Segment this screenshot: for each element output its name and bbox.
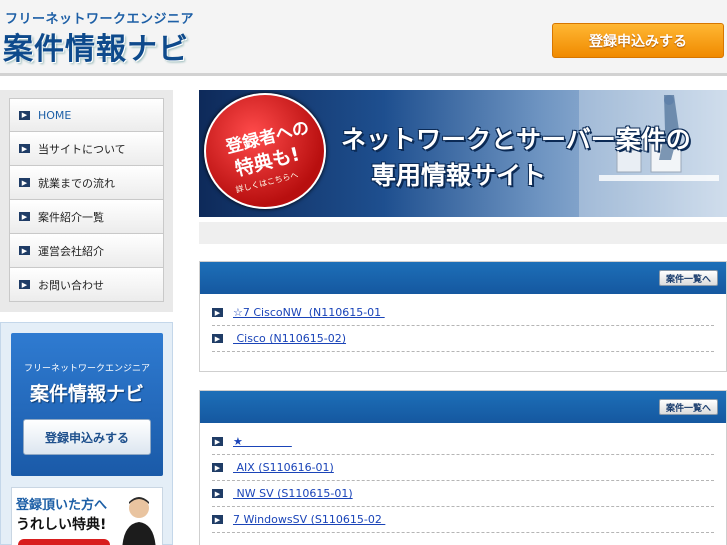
sidebar-item-home[interactable]: ▶ HOME — [9, 98, 164, 132]
arrow-bullet-icon: ▶ — [212, 334, 223, 343]
promo-line1: 登録頂いた方へ — [16, 498, 108, 513]
hero-banner[interactable]: 登録者への 特典も! 詳しくはこちらへ ネットワークとサーバー案件の 専用情報サ… — [199, 90, 727, 217]
sidebar-item-label: 案件紹介一覧 — [38, 210, 104, 224]
header-register-button[interactable]: 登録申込みする — [552, 23, 724, 58]
benefit-promo-banner[interactable]: 登録頂いた方へ うれしい特典! — [11, 487, 163, 545]
list-item: ▶ 7 WindowsSV (S110615-02 — [212, 507, 714, 533]
job-box-network: 案件一覧へ ▶ ☆7 CiscoNW (N110615-01 ▶ Cisco (… — [199, 261, 727, 372]
benefit-seal[interactable]: 登録者への 特典も! 詳しくはこちらへ — [204, 93, 326, 209]
hero-headline-line1: ネットワークとサーバー案件の — [341, 125, 691, 154]
job-link[interactable]: AIX (S110616-01) — [233, 461, 333, 474]
sidebar-register-button[interactable]: 登録申込みする — [23, 419, 151, 455]
list-item: ▶ ★ — [212, 429, 714, 455]
list-item: ▶ Cisco (N110615-02) — [212, 326, 714, 352]
sidebar-item-label: 当サイトについて — [38, 142, 126, 156]
list-item: ▶ ☆7 CiscoNW (N110615-01 — [212, 300, 714, 326]
sidebar-item-job-list[interactable]: ▶ 案件紹介一覧 — [9, 200, 164, 234]
sidebar-item-label: HOME — [38, 108, 72, 122]
arrow-bullet-icon: ▶ — [212, 437, 223, 446]
job-box-header: 案件一覧へ — [200, 391, 726, 423]
job-link[interactable]: ★ — [233, 435, 292, 448]
arrow-bullet-icon: ▶ — [19, 212, 30, 221]
hero-headline-line2: 専用情報サイト — [371, 161, 547, 190]
banner-subtitle: フリーネットワークエンジニア — [23, 364, 150, 374]
list-item: ▶ NW SV (S110615-01) — [212, 481, 714, 507]
arrow-bullet-icon: ▶ — [19, 178, 30, 187]
page: フリーネットワークエンジニア 案件情報ナビ 登録申込みする ▶ HOME ▶ 当… — [0, 0, 727, 545]
job-list-button[interactable]: 案件一覧へ — [658, 270, 718, 286]
promo-red-ribbon — [18, 539, 110, 545]
site-logo[interactable]: 案件情報ナビ — [3, 24, 189, 68]
sidebar-item-label: お問い合わせ — [38, 278, 104, 292]
job-link[interactable]: 7 WindowsSV (S110615-02 — [233, 513, 385, 526]
sidebar-item-contact[interactable]: ▶ お問い合わせ — [9, 268, 164, 302]
job-list: ▶ ★ ▶ AIX (S110616-01) ▶ NW SV (S110615-… — [200, 423, 726, 533]
person-photo-icon — [122, 497, 156, 545]
arrow-bullet-icon: ▶ — [19, 246, 30, 255]
promo-line2: うれしい特典! — [16, 517, 107, 533]
sidebar-banner: フリーネットワークエンジニア 案件情報ナビ 登録申込みする 登録頂いた方へ うれ… — [0, 322, 173, 545]
sidebar-item-flow[interactable]: ▶ 就業までの流れ — [9, 166, 164, 200]
job-list: ▶ ☆7 CiscoNW (N110615-01 ▶ Cisco (N11061… — [200, 294, 726, 352]
banner-logo: 案件情報ナビ — [29, 383, 144, 405]
sidebar-item-company[interactable]: ▶ 運営会社紹介 — [9, 234, 164, 268]
sidebar-item-label: 運営会社紹介 — [38, 244, 104, 258]
register-banner: フリーネットワークエンジニア 案件情報ナビ 登録申込みする — [11, 333, 163, 476]
site-header: フリーネットワークエンジニア 案件情報ナビ 登録申込みする — [0, 0, 727, 76]
arrow-bullet-icon: ▶ — [19, 110, 30, 120]
job-link[interactable]: NW SV (S110615-01) — [233, 487, 352, 500]
hero-caption-bar — [199, 222, 727, 244]
sidebar-nav: ▶ HOME ▶ 当サイトについて ▶ 就業までの流れ ▶ 案件紹介一覧 ▶ 運… — [0, 90, 173, 312]
arrow-bullet-icon: ▶ — [19, 280, 30, 289]
job-list-button[interactable]: 案件一覧へ — [658, 399, 718, 415]
job-box-server: 案件一覧へ ▶ ★ ▶ AIX (S110616-01) ▶ NW SV (S1… — [199, 390, 727, 545]
list-item: ▶ AIX (S110616-01) — [212, 455, 714, 481]
job-link[interactable]: ☆7 CiscoNW (N110615-01 — [233, 306, 385, 319]
arrow-bullet-icon: ▶ — [19, 144, 30, 153]
arrow-bullet-icon: ▶ — [212, 515, 223, 524]
job-box-header: 案件一覧へ — [200, 262, 726, 294]
sidebar-item-label: 就業までの流れ — [38, 176, 115, 190]
arrow-bullet-icon: ▶ — [212, 308, 223, 317]
sidebar-item-about[interactable]: ▶ 当サイトについて — [9, 132, 164, 166]
arrow-bullet-icon: ▶ — [212, 489, 223, 498]
job-link[interactable]: Cisco (N110615-02) — [233, 332, 346, 345]
arrow-bullet-icon: ▶ — [212, 463, 223, 472]
